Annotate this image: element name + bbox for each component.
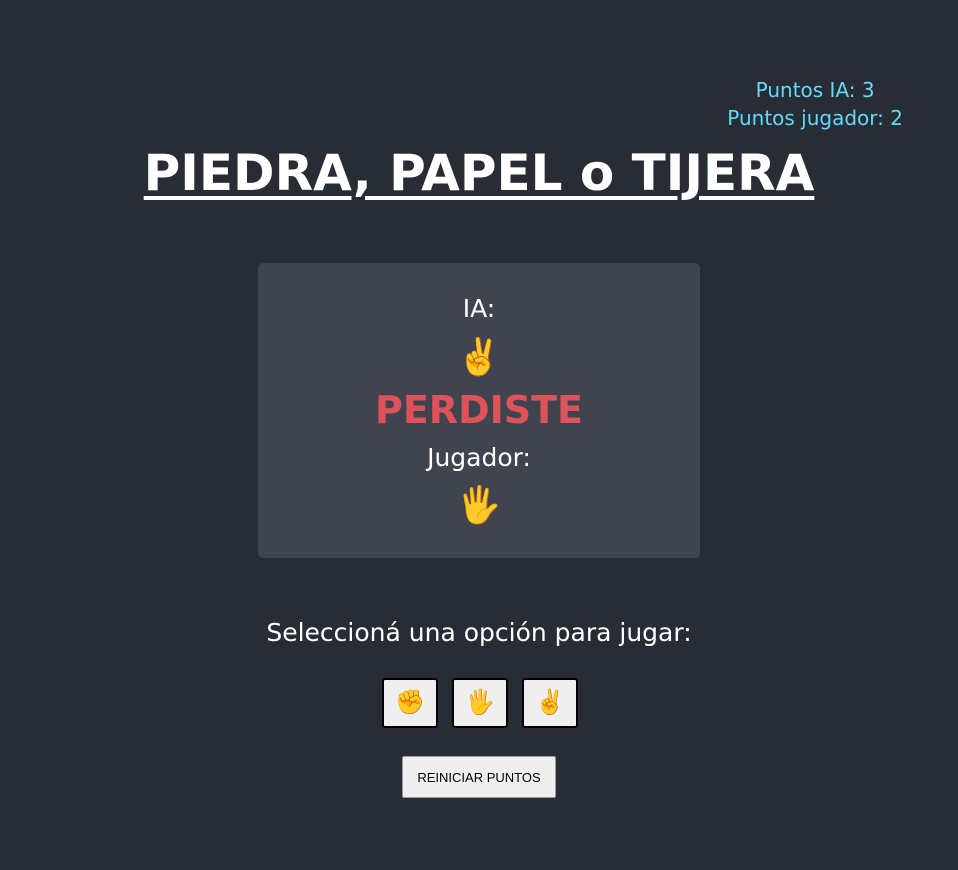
player-label: Jugador: [427, 443, 531, 472]
game-page: Puntos IA: 3 Puntos jugador: 2 PIEDRA, P… [0, 0, 958, 870]
ia-choice-scissors-icon: ✌️ [456, 337, 502, 378]
player-choice-paper-icon: 🖐️ [456, 485, 502, 526]
scissors-button[interactable]: ✌️ [522, 678, 578, 728]
options-group: ✊ 🖐️ ✌️ [382, 678, 578, 728]
page-title: PIEDRA, PAPEL o TIJERA [143, 144, 815, 202]
player-score: Puntos jugador: 2 [727, 106, 903, 130]
ia-label: IA: [462, 294, 496, 323]
ia-score: Puntos IA: 3 [755, 78, 875, 102]
rock-button[interactable]: ✊ [382, 678, 438, 728]
choose-prompt: Seleccioná una opción para jugar: [266, 618, 692, 647]
score-panel: Puntos IA: 3 Puntos jugador: 2 [727, 76, 903, 132]
paper-button[interactable]: 🖐️ [452, 678, 508, 728]
reset-points-button[interactable]: REINICIAR PUNTOS [402, 756, 556, 798]
result-text: PERDISTE [375, 388, 583, 432]
